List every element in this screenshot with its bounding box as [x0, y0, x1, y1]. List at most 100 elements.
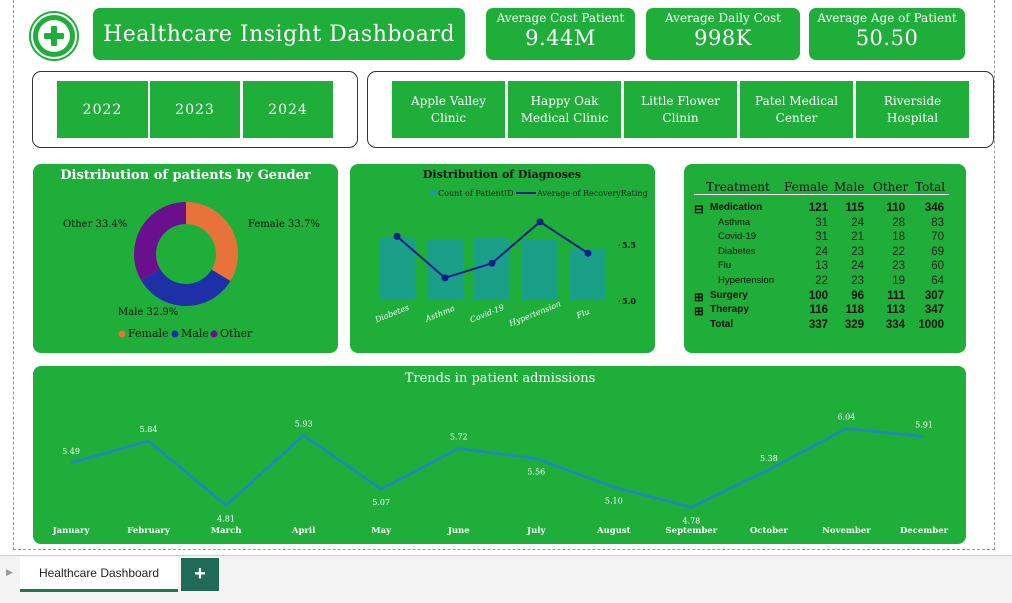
- tab-scroll-right-icon[interactable]: ▶: [6, 568, 13, 578]
- table-cell-female: 22: [815, 275, 828, 287]
- legend-recovery: Average of RecoveryRating: [536, 189, 648, 198]
- table-cell-other: 111: [887, 289, 905, 302]
- table-header-row: Treatment Female Male Other Total: [690, 180, 960, 194]
- table-cell-other: 334: [885, 318, 905, 331]
- dashboard-sheet: Healthcare Insight Dashboard Average Cos…: [0, 0, 1012, 555]
- table-cell-female: 116: [809, 304, 828, 317]
- table-cell-other: 18: [892, 231, 905, 244]
- clinic-button-patel-medical[interactable]: Patel Medical Center: [740, 81, 853, 138]
- year-button-2023[interactable]: 2023: [150, 81, 240, 138]
- axis-label-5-5: 5.5: [622, 240, 636, 250]
- clinic-button-little-flower[interactable]: Little Flower Clinin: [624, 81, 737, 138]
- admissions-data-label: 5.72: [450, 433, 468, 442]
- table-cell-name: Medication: [710, 202, 763, 213]
- table-cell-total: 307: [924, 289, 944, 302]
- add-sheet-button[interactable]: +: [181, 558, 219, 591]
- table-cell-name: Flu: [718, 260, 732, 272]
- donut-slice-other: [134, 202, 186, 281]
- diagnoses-chart-panel: Distribution of Diagnoses Count of Patie…: [350, 164, 655, 353]
- diagnosis-bar: [474, 238, 510, 300]
- kpi-average-cost-patient: Average Cost Patient 9.44M: [486, 8, 635, 60]
- table-cell-male: 115: [845, 202, 864, 214]
- admissions-line: [70, 427, 925, 509]
- kpi-value: 50.50: [855, 26, 919, 50]
- kpi-average-daily-cost: Average Daily Cost 998K: [646, 8, 800, 60]
- recovery-point: [536, 218, 544, 226]
- table-cell-other: 28: [892, 216, 905, 229]
- donut-label-male: Male 32.9%: [118, 307, 178, 318]
- table-cell-male: 329: [844, 318, 864, 331]
- month-axis-label: March: [211, 526, 242, 536]
- table-row: Total 337 329 334 1000: [690, 319, 960, 333]
- legend-female-marker: [118, 330, 126, 338]
- trend-chart-panel: Trends in patient admissions 5.49 January…: [33, 366, 966, 544]
- table-cell-male: 23: [851, 275, 864, 287]
- kpi-label: Average Daily Cost: [665, 11, 781, 25]
- donut-label-other: Other 33.4%: [63, 219, 127, 230]
- legend-other: Other: [220, 327, 253, 340]
- legend-count-marker: [429, 189, 437, 196]
- header-other: Other: [873, 180, 909, 194]
- medical-cross-icon: [31, 13, 77, 59]
- trend-chart-title: Trends in patient admissions: [405, 371, 596, 386]
- clinic-line: Medical Clinic: [520, 110, 609, 125]
- admissions-data-label: 5.10: [605, 496, 623, 505]
- recovery-point: [488, 259, 496, 267]
- table-row: ⊞ Surgery 100 96 111 307: [690, 290, 960, 304]
- clinic-button-happy-oak[interactable]: Happy Oak Medical Clinic: [508, 81, 621, 138]
- diagnoses-chart-title: Distribution of Diagnoses: [423, 168, 581, 181]
- clinic-line: Apple Valley: [410, 93, 487, 108]
- table-row: Asthma 31 24 28 83: [690, 217, 960, 231]
- table-cell-other: 23: [892, 260, 905, 273]
- table-row: Diabetes 24 23 22 69: [690, 246, 960, 260]
- table-cell-female: 337: [808, 318, 828, 331]
- legend-count: Count of PatientID: [438, 189, 514, 198]
- table-cell-total: 69: [931, 245, 944, 258]
- month-axis-label: April: [291, 526, 316, 536]
- admissions-data-label: 5.91: [915, 421, 933, 430]
- table-cell-name: Asthma: [718, 216, 751, 228]
- sheet-tab-bar: ▶ Healthcare Dashboard +: [0, 555, 1012, 603]
- diagnosis-bar: [427, 238, 463, 300]
- table-cell-other: 113: [886, 304, 905, 317]
- table-cell-total: 60: [931, 260, 944, 273]
- legend-other-marker: [210, 330, 218, 338]
- tab-healthcare-dashboard[interactable]: Healthcare Dashboard: [20, 557, 178, 592]
- table-cell-name: Hypertension: [718, 275, 774, 286]
- table-cell-name: Total: [710, 318, 734, 330]
- table-cell-expander[interactable]: ⊟: [694, 202, 706, 216]
- clinic-button-apple-valley[interactable]: Apple Valley Clinic: [392, 81, 505, 138]
- table-cell-expander[interactable]: ⊞: [694, 290, 706, 304]
- diagnoses-combo-chart: Distribution of Diagnoses Count of Patie…: [373, 168, 648, 329]
- axis-dots: ·: [618, 297, 621, 306]
- table-row: ⊞ Therapy 116 118 113 347: [690, 304, 960, 318]
- admissions-data-label: 5.38: [760, 454, 778, 463]
- table-cell-female: 121: [808, 202, 828, 214]
- clinic-line: Happy Oak: [530, 93, 599, 108]
- table-cell-total: 64: [931, 275, 944, 287]
- legend-female: Female: [128, 327, 169, 340]
- legend-male-marker: [171, 330, 179, 338]
- table-cell-female: 13: [815, 260, 828, 273]
- month-axis-label: December: [900, 526, 949, 536]
- kpi-average-age-patient: Average Age of Patient 50.50: [809, 8, 965, 60]
- table-cell-expander[interactable]: ⊞: [694, 304, 706, 318]
- diagnosis-category-label: Hypertension: [507, 299, 562, 328]
- table-cell-name: Diabetes: [718, 245, 756, 257]
- gender-chart-panel: Distribution of patients by Gender Other…: [33, 164, 338, 353]
- diagnosis-category-label: Covid-19: [469, 303, 506, 325]
- table-cell-female: 31: [815, 216, 828, 229]
- table-cell-other: 110: [886, 202, 905, 214]
- dashboard-title: Healthcare Insight Dashboard: [93, 8, 465, 60]
- table-cell-other: 19: [892, 275, 905, 287]
- clinic-line: Center: [775, 110, 818, 125]
- clinic-line: Little Flower: [641, 93, 720, 108]
- year-button-2022[interactable]: 2022: [57, 81, 148, 138]
- clinic-line: Patel Medical: [755, 93, 838, 108]
- month-axis-label: February: [127, 526, 171, 536]
- recovery-point: [584, 249, 592, 257]
- year-button-2024[interactable]: 2024: [243, 81, 333, 138]
- table-cell-total: 346: [924, 202, 944, 214]
- clinic-button-riverside[interactable]: Riverside Hospital: [856, 81, 969, 138]
- legend-male: Male: [181, 327, 209, 340]
